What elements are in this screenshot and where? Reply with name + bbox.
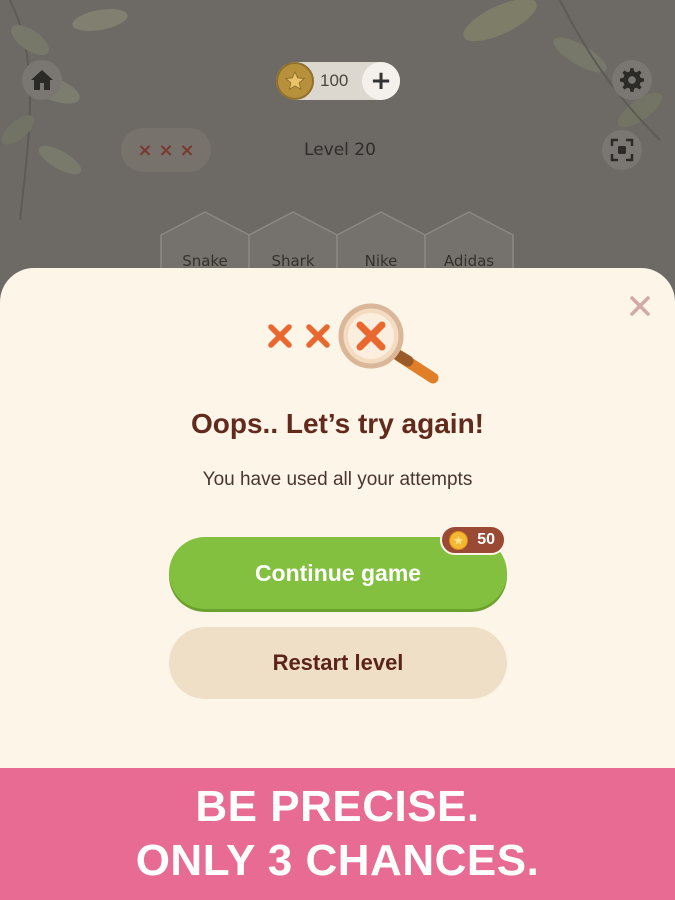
life-mark: × — [179, 139, 195, 161]
level-title: Level 20 — [304, 140, 376, 160]
gear-icon — [620, 68, 644, 92]
life-mark: × — [137, 139, 153, 161]
cross-icon — [306, 324, 330, 348]
restart-level-button[interactable]: Restart level — [169, 627, 507, 699]
promo-banner: BE PRECISE. ONLY 3 CHANCES. — [0, 768, 675, 900]
focus-frame-icon — [610, 138, 634, 162]
coin-balance: 100 + — [276, 62, 400, 100]
add-coins-button[interactable]: + — [362, 62, 400, 100]
focus-button[interactable] — [602, 130, 642, 170]
continue-cost-badge: 50 — [440, 525, 506, 555]
magnifier-icon — [338, 303, 439, 384]
home-button[interactable] — [22, 60, 62, 100]
close-icon — [630, 296, 650, 316]
modal-title: Oops.. Let’s try again! — [190, 408, 484, 439]
foliage-left-decoration — [1, 0, 128, 221]
star-coin-icon — [449, 531, 468, 550]
modal-subtitle: You have used all your attempts — [202, 469, 473, 490]
coin-amount: 100 — [320, 71, 349, 90]
promo-line-1: BE PRECISE. — [195, 782, 480, 831]
star-coin-icon — [276, 62, 314, 100]
cross-icon — [268, 324, 292, 348]
failed-attempts-illustration — [268, 303, 439, 384]
settings-button[interactable] — [612, 60, 652, 100]
home-icon — [31, 70, 53, 90]
lives-indicator: × × × — [121, 128, 211, 172]
promo-line-2: ONLY 3 CHANCES. — [135, 836, 540, 885]
close-button[interactable] — [622, 288, 658, 324]
life-mark: × — [158, 139, 174, 161]
continue-cost-amount: 50 — [477, 531, 495, 548]
